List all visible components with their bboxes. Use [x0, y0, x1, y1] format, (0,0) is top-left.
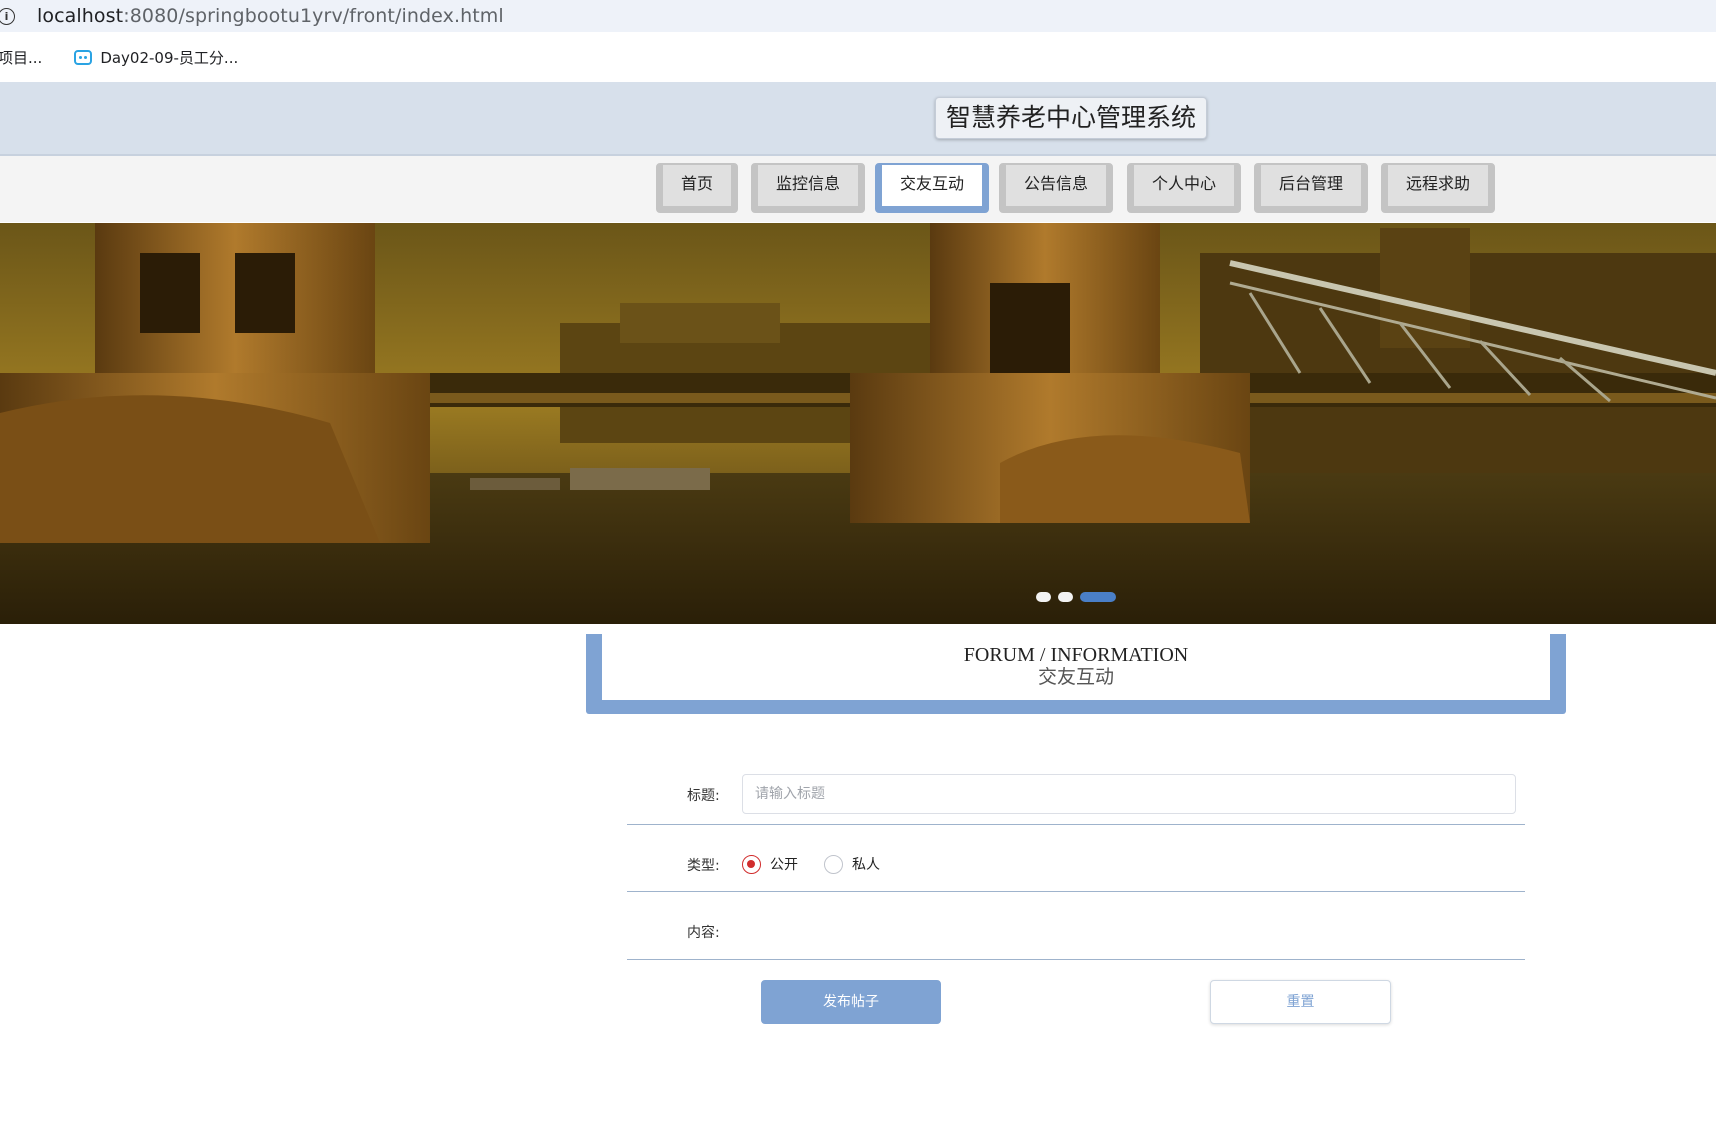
- type-option-label: 公开: [770, 857, 798, 873]
- title-label: 标题:: [687, 788, 720, 804]
- bilibili-icon: [74, 49, 93, 65]
- bookmark-item[interactable]: 项目...: [0, 47, 42, 68]
- nav-item-home[interactable]: 首页: [656, 163, 738, 213]
- url-host: localhost: [37, 5, 124, 27]
- carousel-dot[interactable]: [1036, 592, 1051, 602]
- url-text[interactable]: localhost:8080/springbootu1yrv/front/ind…: [37, 5, 504, 27]
- tower-bridge-photo: [0, 223, 1716, 624]
- nav-item-notice[interactable]: 公告信息: [999, 163, 1113, 213]
- section-title-en: FORUM / INFORMATION: [963, 644, 1189, 666]
- form-row-content: 内容:: [627, 893, 1525, 960]
- nav-item-profile[interactable]: 个人中心: [1127, 163, 1241, 213]
- type-label: 类型:: [687, 858, 720, 874]
- site-info-icon[interactable]: i: [0, 7, 15, 25]
- browser-address-bar[interactable]: i localhost:8080/springbootu1yrv/front/i…: [0, 0, 1716, 32]
- publish-post-button[interactable]: 发布帖子: [761, 980, 941, 1024]
- title-input[interactable]: [742, 774, 1516, 814]
- bookmark-label: Day02-09-员工分...: [100, 48, 239, 67]
- bookmarks-bar: 项目... Day02-09-员工分...: [0, 32, 1716, 82]
- type-radio-public[interactable]: 公开: [742, 854, 798, 874]
- carousel-dot[interactable]: [1058, 592, 1073, 602]
- radio-unchecked-icon[interactable]: [824, 854, 843, 874]
- site-title: 智慧养老中心管理系统: [935, 97, 1208, 139]
- carousel-dot-active[interactable]: [1080, 592, 1116, 602]
- nav-item-monitor[interactable]: 监控信息: [751, 163, 865, 213]
- url-path: :8080/springbootu1yrv/front/index.html: [123, 5, 504, 27]
- content-label: 内容:: [687, 925, 720, 941]
- carousel-indicators: [1036, 592, 1123, 602]
- bookmark-item[interactable]: Day02-09-员工分...: [74, 47, 238, 68]
- nav-item-admin[interactable]: 后台管理: [1254, 163, 1368, 213]
- section-title-cn: 交友互动: [1037, 667, 1114, 688]
- carousel-banner[interactable]: [0, 223, 1716, 624]
- type-option-label: 私人: [852, 857, 880, 873]
- section-heading: FORUM / INFORMATION 交友互动: [602, 634, 1550, 700]
- type-radio-private[interactable]: 私人: [824, 854, 880, 874]
- radio-checked-icon[interactable]: [742, 854, 761, 874]
- nav-item-remote-help[interactable]: 远程求助: [1381, 163, 1495, 213]
- reset-button[interactable]: 重置: [1210, 980, 1391, 1024]
- nav-item-forum[interactable]: 交友互动: [875, 163, 989, 213]
- site-header: [0, 82, 1716, 156]
